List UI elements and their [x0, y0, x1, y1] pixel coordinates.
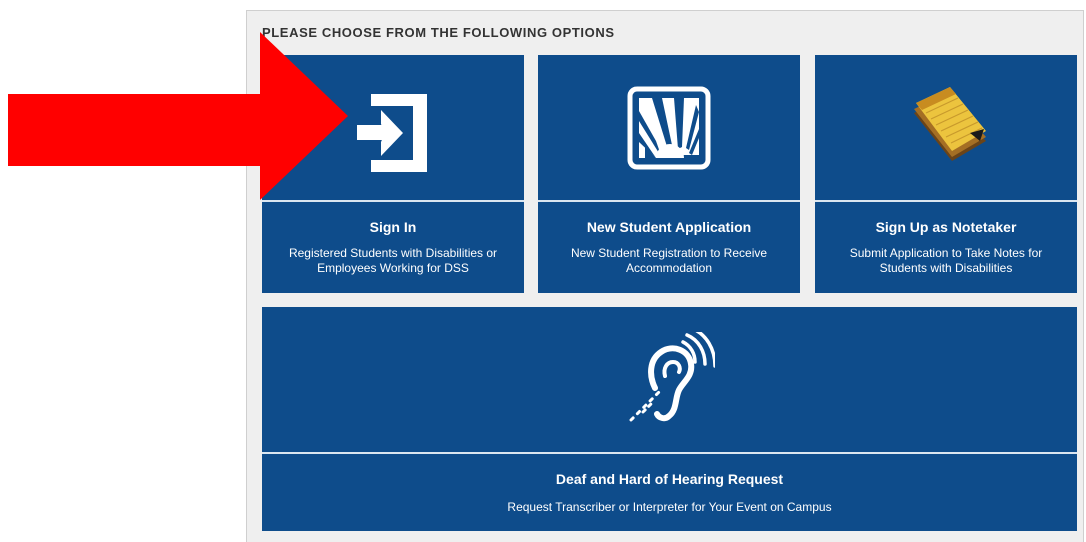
options-panel: PLEASE CHOOSE FROM THE FOLLOWING OPTIONS… — [246, 10, 1084, 542]
hearing-assistance-icon — [629, 331, 715, 421]
sign-in-title: Sign In — [369, 219, 417, 235]
notetaker-text: Sign Up as Notetaker Submit Application … — [815, 202, 1077, 293]
sign-in-description: Registered Students with Disabilities or… — [288, 246, 498, 275]
page: PLEASE CHOOSE FROM THE FOLLOWING OPTIONS… — [0, 0, 1086, 542]
new-student-icon-area — [538, 55, 800, 200]
deaf-hard-of-hearing-tile[interactable]: Deaf and Hard of Hearing Request Request… — [262, 307, 1077, 531]
new-student-application-icon — [627, 86, 711, 169]
notetaker-tile[interactable]: Sign Up as Notetaker Submit Application … — [815, 55, 1077, 293]
new-student-application-tile[interactable]: New Student Application New Student Regi… — [538, 55, 800, 293]
deaf-text: Deaf and Hard of Hearing Request Request… — [262, 454, 1077, 531]
new-student-text: New Student Application New Student Regi… — [538, 202, 800, 293]
notepad-icon — [914, 86, 986, 161]
deaf-title: Deaf and Hard of Hearing Request — [555, 471, 784, 487]
notetaker-title: Sign Up as Notetaker — [875, 219, 1017, 235]
deaf-description: Request Transcriber or Interpreter for Y… — [507, 500, 832, 514]
notetaker-icon-area — [815, 55, 1077, 200]
new-student-description: New Student Registration to Receive Acco… — [570, 246, 768, 275]
new-student-title: New Student Application — [586, 219, 752, 235]
sign-in-text: Sign In Registered Students with Disabil… — [262, 202, 524, 293]
notetaker-description: Submit Application to Take Notes for Stu… — [849, 246, 1043, 275]
red-arrow-icon — [8, 32, 348, 200]
deaf-icon-area — [262, 307, 1077, 452]
sign-in-icon — [357, 93, 427, 172]
